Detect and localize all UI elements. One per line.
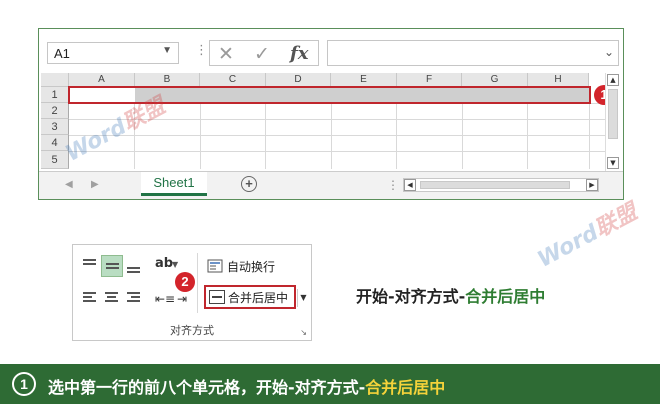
name-box-value: A1: [54, 46, 70, 61]
column-header-a[interactable]: A: [69, 73, 135, 87]
align-center-button[interactable]: [101, 287, 123, 309]
scroll-right-icon[interactable]: ▶: [586, 179, 598, 191]
insert-function-button[interactable]: fx: [290, 43, 308, 64]
orientation-icon[interactable]: ab: [155, 256, 173, 271]
increase-indent-icon[interactable]: ⇥: [177, 292, 187, 306]
sheet-prev-icon[interactable]: ◀: [65, 179, 73, 190]
chevron-down-icon[interactable]: ▼: [172, 260, 178, 269]
drag-handle-icon[interactable]: ⋮: [195, 43, 208, 58]
scroll-up-icon[interactable]: ▲: [607, 74, 619, 86]
plus-circle-icon[interactable]: +: [241, 176, 257, 192]
merge-center-button[interactable]: 合并后居中: [204, 285, 296, 309]
footer-banner: 1 选中第一行的前八个单元格，开始-对齐方式-合并后居中: [0, 364, 660, 404]
formula-buttons: ✕ ✓ fx: [209, 40, 319, 66]
scroll-down-icon[interactable]: ▼: [607, 157, 619, 169]
wrap-text-icon: [207, 259, 223, 273]
decrease-indent-icon[interactable]: ⇤≡: [155, 292, 175, 306]
align-top-button[interactable]: [79, 255, 101, 277]
separator: [197, 253, 198, 313]
dialog-launcher-icon[interactable]: ↘: [300, 328, 307, 337]
footer-text-main: 选中第一行的前八个单元格，开始-对齐方式-: [48, 378, 366, 397]
horizontal-scrollbar[interactable]: ◀ ▶: [403, 178, 599, 192]
footer-text-highlight: 合并后居中: [365, 378, 446, 397]
align-right-button[interactable]: [123, 287, 145, 309]
row-header-1[interactable]: 1: [41, 87, 69, 103]
footer-text: 选中第一行的前八个单元格，开始-对齐方式-合并后居中: [48, 374, 445, 398]
merge-cells-icon: [209, 290, 225, 304]
wrap-text-label: 自动换行: [227, 260, 276, 274]
footer-step-number: 1: [12, 372, 36, 396]
wrap-text-button[interactable]: 自动换行: [205, 255, 285, 277]
instruction-highlight: 合并后居中: [465, 287, 546, 306]
formula-bar: A1 ▼ ⋮ ✕ ✓ fx ⌄: [39, 29, 623, 69]
sheet-tab-bar: ◀ ▶ Sheet1 + ⋮ ◀ ▶: [39, 171, 623, 199]
row-header-3[interactable]: 3: [41, 119, 69, 135]
align-middle-button[interactable]: [101, 255, 123, 277]
select-all-corner[interactable]: [41, 73, 69, 87]
scroll-left-icon[interactable]: ◀: [404, 179, 416, 191]
align-bottom-button[interactable]: [123, 255, 145, 277]
instruction-text: 开始-对齐方式-合并后居中: [356, 283, 545, 307]
column-header-e[interactable]: E: [331, 73, 397, 87]
watermark-logo: Word联盟: [533, 199, 642, 273]
sheet-next-icon[interactable]: ▶: [91, 179, 99, 190]
column-header-b[interactable]: B: [135, 73, 200, 87]
column-header-c[interactable]: C: [200, 73, 266, 87]
vertical-scrollbar[interactable]: ▲ ▼: [605, 73, 619, 171]
instruction-prefix: 开始-对齐方式-: [356, 287, 466, 306]
sheet-tab-sheet1[interactable]: Sheet1: [141, 172, 207, 196]
check-icon[interactable]: ✓: [254, 43, 270, 65]
close-icon[interactable]: ✕: [218, 43, 234, 65]
name-box[interactable]: A1 ▼: [47, 42, 179, 64]
expand-formula-icon[interactable]: ⌄: [604, 45, 614, 59]
alignment-group: ab ▼ 自动换行 ⇤≡ ⇥ 2 合并后居中 ▼ 对齐方式 ↘: [72, 244, 312, 341]
row-header-5[interactable]: 5: [41, 151, 69, 169]
row-header-2[interactable]: 2: [41, 103, 69, 119]
column-header-f[interactable]: F: [397, 73, 462, 87]
step-badge-2: 2: [175, 272, 195, 292]
column-header-d[interactable]: D: [266, 73, 331, 87]
horizontal-scroll-thumb[interactable]: [420, 181, 570, 189]
align-left-button[interactable]: [79, 287, 101, 309]
vertical-scroll-thumb[interactable]: [608, 89, 618, 139]
formula-input[interactable]: ⌄: [327, 40, 619, 66]
chevron-down-icon[interactable]: ▼: [162, 45, 172, 56]
split-handle-icon[interactable]: ⋮: [387, 178, 399, 192]
column-header-h[interactable]: H: [528, 73, 589, 87]
group-label: 对齐方式: [170, 324, 214, 337]
merge-center-label: 合并后居中: [228, 291, 289, 305]
column-header-g[interactable]: G: [462, 73, 528, 87]
merge-dropdown-icon[interactable]: ▼: [297, 289, 309, 307]
